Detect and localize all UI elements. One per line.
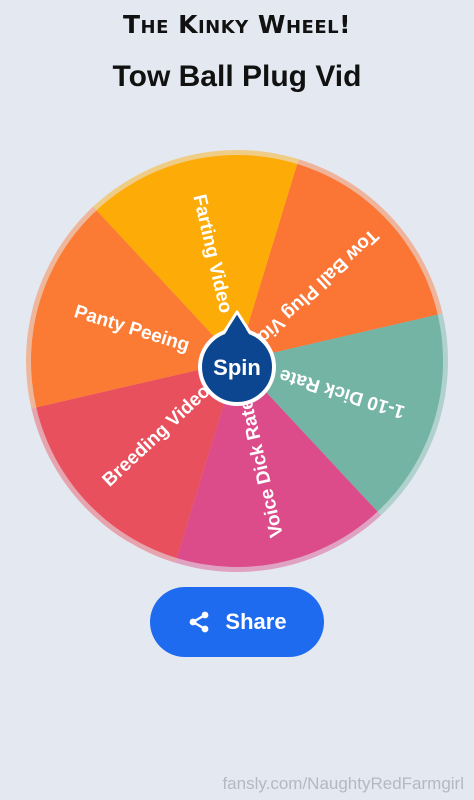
share-label: Share xyxy=(225,609,287,634)
watermark-text: fansly.com/NaughtyRedFarmgirl xyxy=(222,774,464,793)
share-button[interactable]: Share xyxy=(150,587,324,657)
prize-wheel[interactable]: Tow Ball Plug Vid1-10 Dick RateVoice Dic… xyxy=(0,130,474,580)
app-title: The Kinky Wheel! xyxy=(122,10,352,39)
share-icon xyxy=(190,611,209,633)
spin-result: Tow Ball Plug Vid xyxy=(112,60,362,93)
spin-label: Spin xyxy=(213,355,261,380)
